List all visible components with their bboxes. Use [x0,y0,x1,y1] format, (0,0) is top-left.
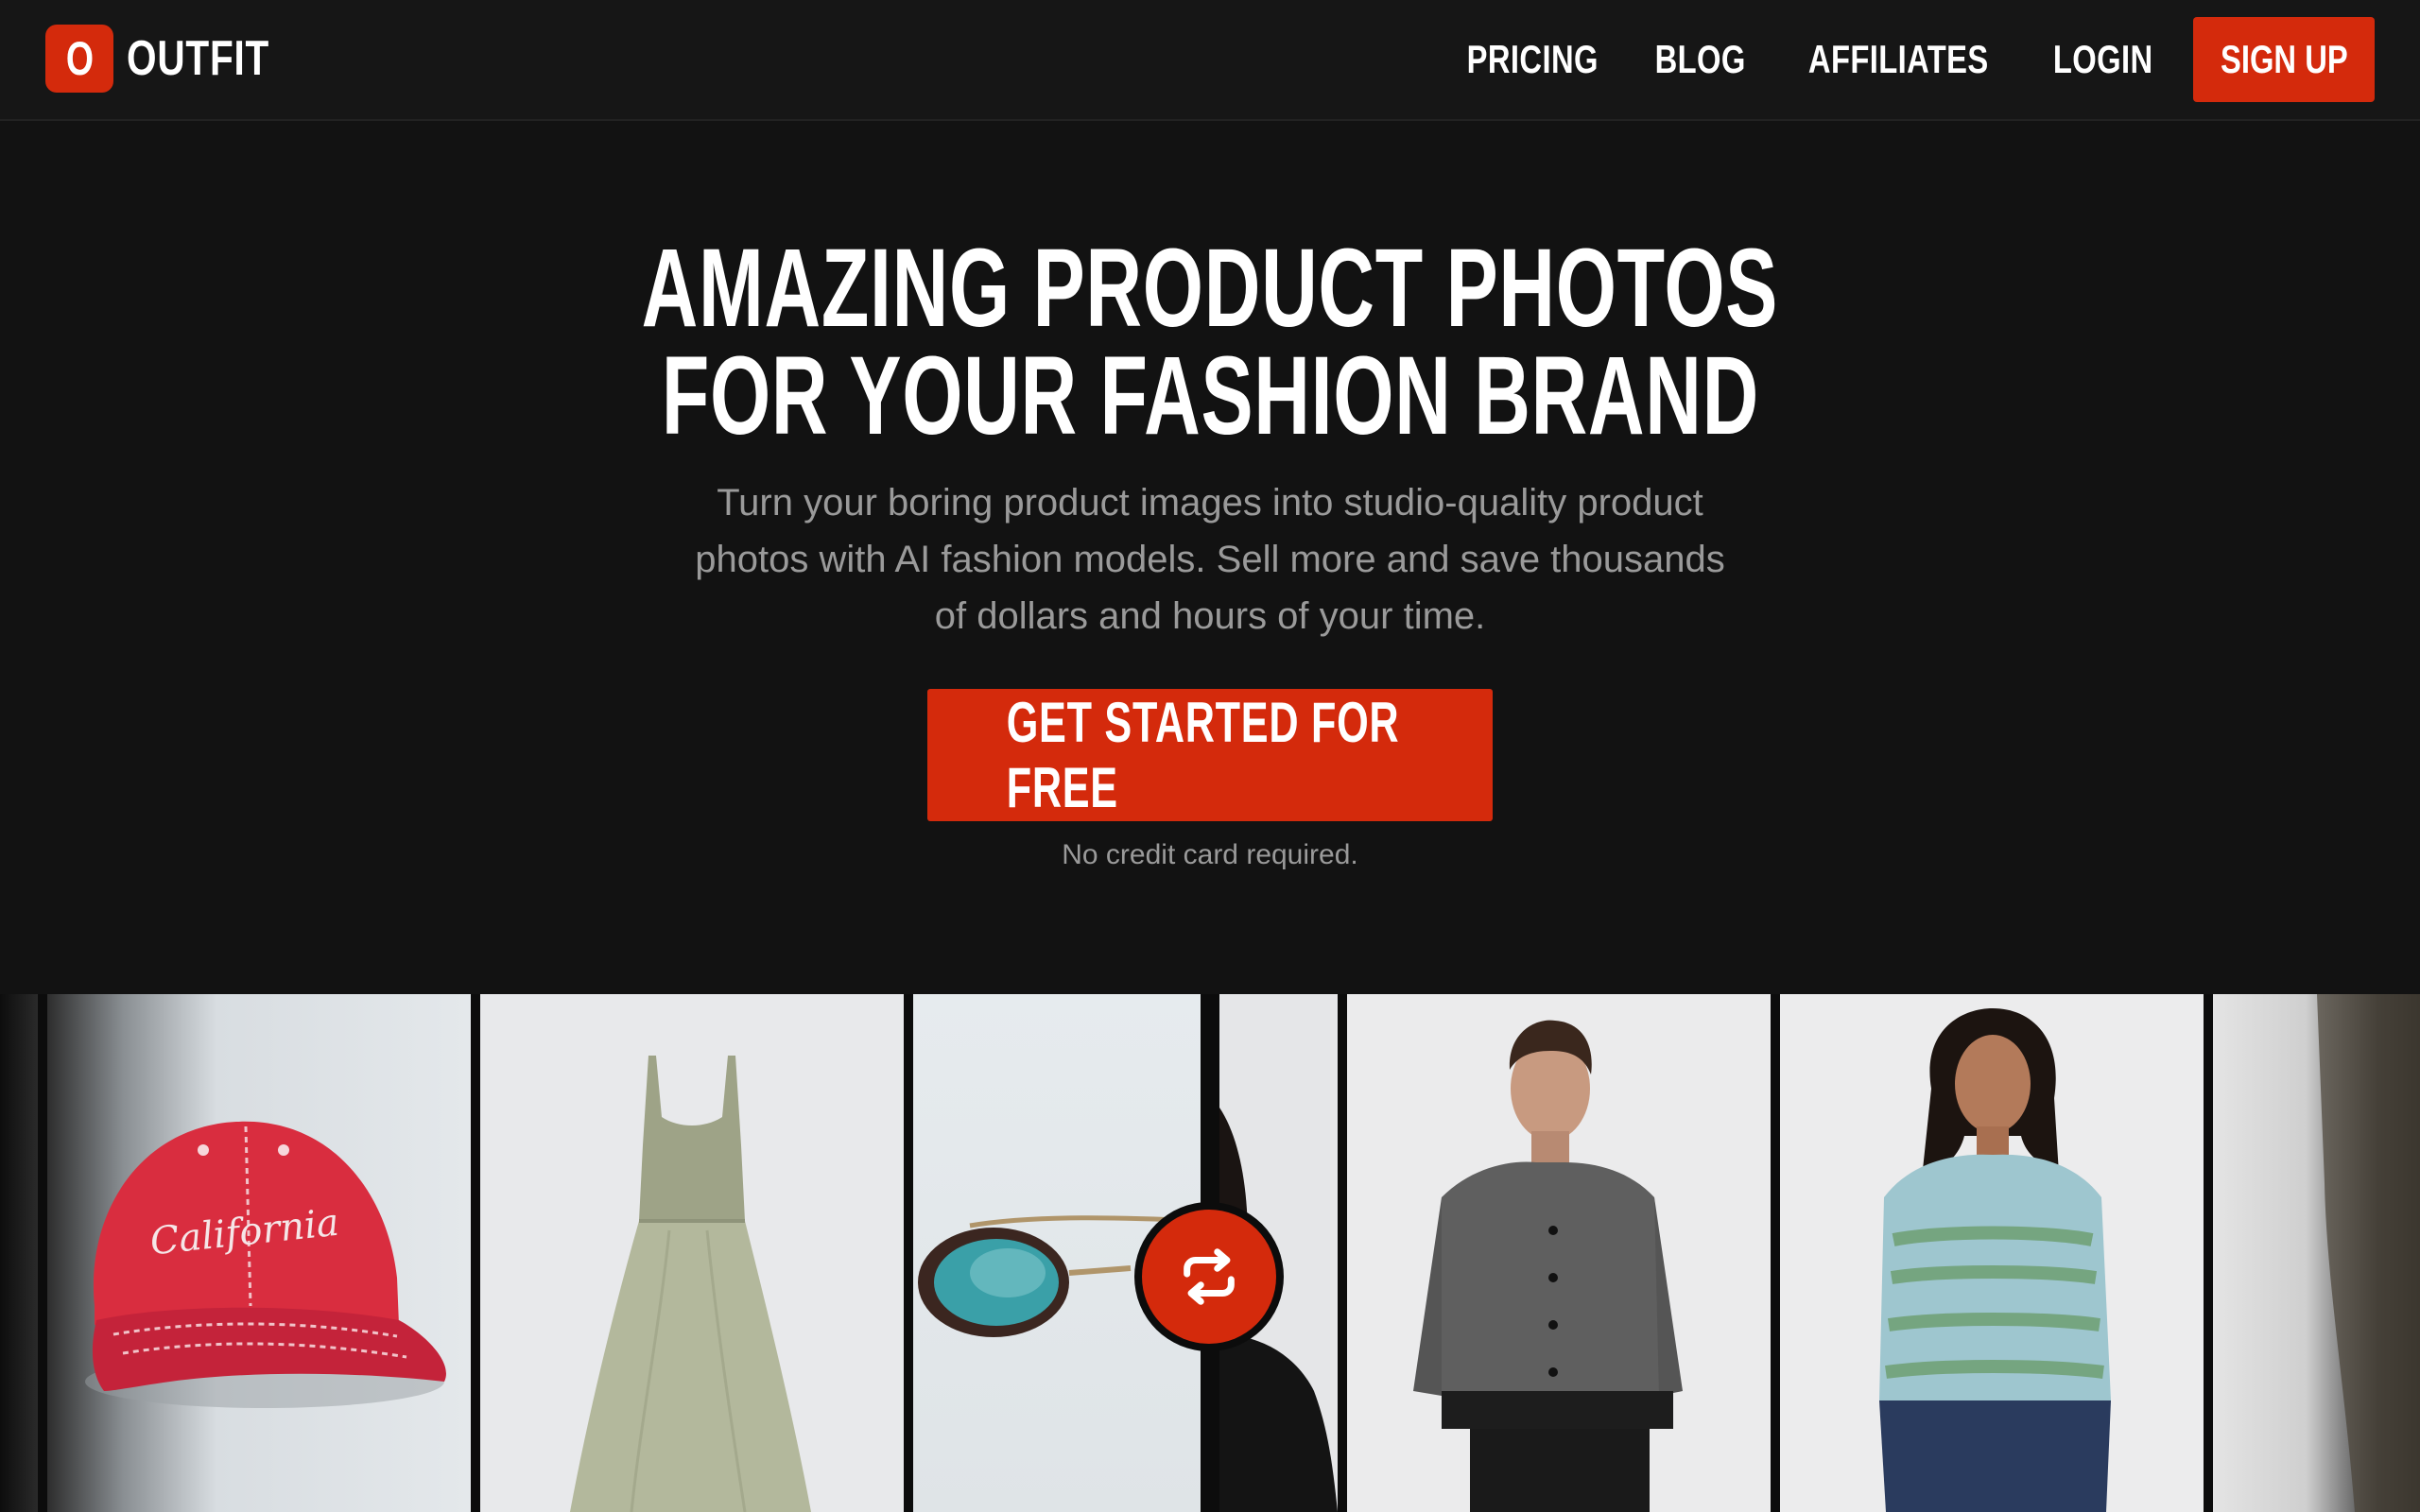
logo-text: OUTFIT [127,31,270,86]
hero-title-line-2: FOR YOUR FASHION BRAND [661,334,1759,458]
no-credit-card-note: No credit card required. [1062,839,1358,870]
gallery-tile-man-jacket [1347,994,1771,1512]
gallery-tile-dress [480,994,904,1512]
get-started-button[interactable]: GET STARTED FOR FREE [927,689,1493,821]
nav-login-link[interactable]: LOGIN [2052,37,2152,82]
logo[interactable]: O OUTFIT [45,25,310,93]
logo-mark-icon: O [45,25,113,93]
get-started-label: GET STARTED FOR FREE [1006,691,1400,819]
sign-up-button[interactable]: SIGN UP [2193,17,2375,102]
site-header: O OUTFIT PRICING BLOG AFFILIATES LOGIN S… [0,0,2420,121]
before-after-swap-button[interactable] [1134,1202,1284,1351]
hero-subtitle: Turn your boring product images into stu… [695,482,1725,637]
gallery-tile-cap: California [47,994,471,1512]
main-nav: PRICING BLOG AFFILIATES LOGIN SIGN UP [1448,17,2375,102]
hero-title: AMAZING PRODUCT PHOTOS FOR YOUR FASHION … [0,226,2420,458]
nav-pricing-link[interactable]: PRICING [1467,37,1599,82]
sign-up-label: SIGN UP [2220,37,2348,81]
gallery-tile-right-partial [2213,994,2420,1512]
model-partial-right-image [2317,994,2420,1512]
swap-arrows-icon [1184,1248,1235,1305]
gallery-tile-woman-sweater [1780,994,2204,1512]
gallery-edge-left [0,994,38,1512]
nav-affiliates-link[interactable]: AFFILIATES [1808,37,1989,82]
red-cap-image: California [85,1121,446,1408]
woman-sweater-image [1879,1008,2111,1512]
man-jacket-image [1413,1020,1683,1512]
green-dress-image [570,1056,811,1512]
nav-blog-link[interactable]: BLOG [1654,37,1745,82]
hero-title-line-1: AMAZING PRODUCT PHOTOS [641,226,1779,351]
